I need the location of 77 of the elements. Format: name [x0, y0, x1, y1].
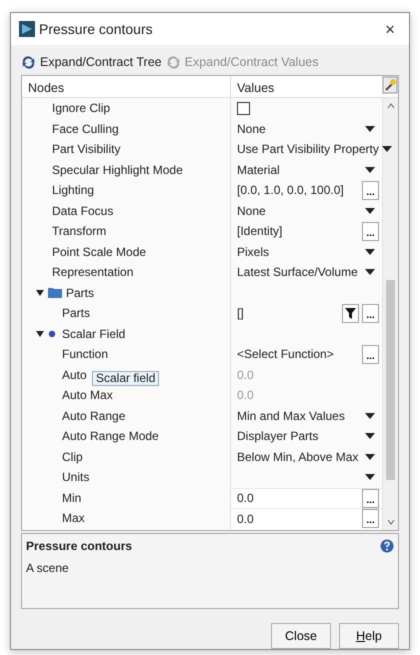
dropdown-arrow-icon[interactable]: [365, 433, 375, 440]
dropdown-arrow-icon[interactable]: [365, 454, 375, 460]
dropdown-value[interactable]: Latest Surface/Volume: [237, 263, 362, 282]
dropdown-value[interactable]: Below Min, Above Max: [237, 448, 362, 466]
property-value: <Select Function>: [237, 346, 335, 364]
ellipsis-button[interactable]: ...: [362, 488, 379, 508]
folder-icon: [48, 287, 62, 298]
column-header: Nodes: [27, 80, 66, 97]
dropdown-arrow-icon[interactable]: [365, 208, 375, 214]
property-label: Auto: [62, 366, 87, 384]
ellipsis-button[interactable]: ...: [362, 304, 379, 323]
expander-icon[interactable]: [36, 288, 44, 297]
dropdown-arrow-icon[interactable]: [382, 146, 392, 152]
property-label: Auto Range Mode: [62, 428, 159, 446]
checkbox[interactable]: [237, 102, 250, 115]
dropdown-value[interactable]: Use Part Visibility Property: [237, 140, 379, 158]
property-value: 0.0: [237, 510, 255, 528]
property-label: Transform: [52, 223, 106, 240]
property-label: Auto Max: [62, 387, 113, 404]
group-label[interactable]: Scalar Field: [62, 324, 126, 343]
dot-icon: [48, 330, 58, 338]
ellipsis-button[interactable]: ...: [362, 222, 379, 241]
dropdown-arrow-icon[interactable]: [365, 269, 375, 276]
property-label: Point Scale Mode: [52, 244, 146, 261]
toolbar-button[interactable]: Expand/Contract Tree: [21, 52, 162, 72]
property-label: Min: [62, 490, 82, 507]
property-value: [0.0, 1.0, 0.0, 100.0]: [237, 182, 345, 200]
property-label: Parts: [62, 305, 90, 322]
dropdown-arrow-icon[interactable]: [365, 248, 375, 255]
property-label: Max: [62, 510, 85, 528]
property-label: Face Culling: [52, 120, 119, 138]
property-label: Part Visibility: [52, 141, 120, 158]
property-label: Clip: [62, 448, 83, 466]
property-label: Specular Highlight Mode: [52, 162, 183, 179]
tooltip: Scalar field: [92, 370, 160, 386]
dropdown-value[interactable]: Displayer Parts: [237, 427, 362, 446]
property-value: []: [237, 305, 245, 322]
property-label: Units: [62, 469, 90, 486]
description-text: A scene: [26, 560, 70, 577]
dropdown-arrow-icon[interactable]: [365, 166, 375, 173]
scrollbar[interactable]: [382, 98, 398, 530]
property-label: Auto Range: [62, 408, 126, 425]
refresh-icon: [21, 56, 36, 68]
property-label: Function: [62, 346, 108, 364]
refresh-icon: [166, 56, 181, 68]
property-label: Ignore Clip: [52, 100, 110, 118]
scroll-down-icon[interactable]: [386, 518, 394, 526]
scroll-up-icon[interactable]: [386, 102, 394, 110]
dropdown-value[interactable]: Pixels: [237, 242, 362, 261]
property-value: [Identity]: [237, 223, 284, 240]
property-value: 0.0: [237, 387, 255, 404]
dropdown-value[interactable]: Material: [237, 160, 362, 179]
property-label: Lighting: [52, 182, 94, 200]
property-label: Data Focus: [52, 202, 114, 220]
ellipsis-button[interactable]: ...: [362, 509, 379, 528]
ellipsis-button[interactable]: ...: [362, 180, 379, 200]
property-label: Representation: [52, 264, 134, 282]
close-button[interactable]: ×: [379, 20, 401, 38]
description-title: Pressure contours: [26, 538, 134, 555]
dropdown-value[interactable]: None: [237, 120, 362, 138]
wand-icon[interactable]: [382, 76, 398, 94]
help-icon[interactable]: [380, 539, 394, 553]
group-label[interactable]: Parts: [66, 284, 94, 302]
property-value: 0.0: [237, 490, 255, 508]
dropdown-arrow-icon[interactable]: [365, 412, 375, 419]
expander-icon[interactable]: [36, 330, 44, 338]
dropdown-value[interactable]: None: [237, 202, 362, 220]
window-title: Pressure contours: [39, 20, 153, 38]
filter-button[interactable]: [342, 304, 359, 323]
dropdown-arrow-icon[interactable]: [365, 474, 375, 480]
dropdown-arrow-icon[interactable]: [365, 126, 375, 132]
dialog-button[interactable]: Help: [339, 623, 399, 649]
dialog-button[interactable]: Close: [271, 623, 331, 649]
ellipsis-button[interactable]: ...: [362, 344, 379, 364]
dropdown-value[interactable]: Min and Max Values: [237, 406, 362, 425]
app-icon: [19, 21, 35, 37]
property-value: 0.0: [237, 366, 255, 384]
